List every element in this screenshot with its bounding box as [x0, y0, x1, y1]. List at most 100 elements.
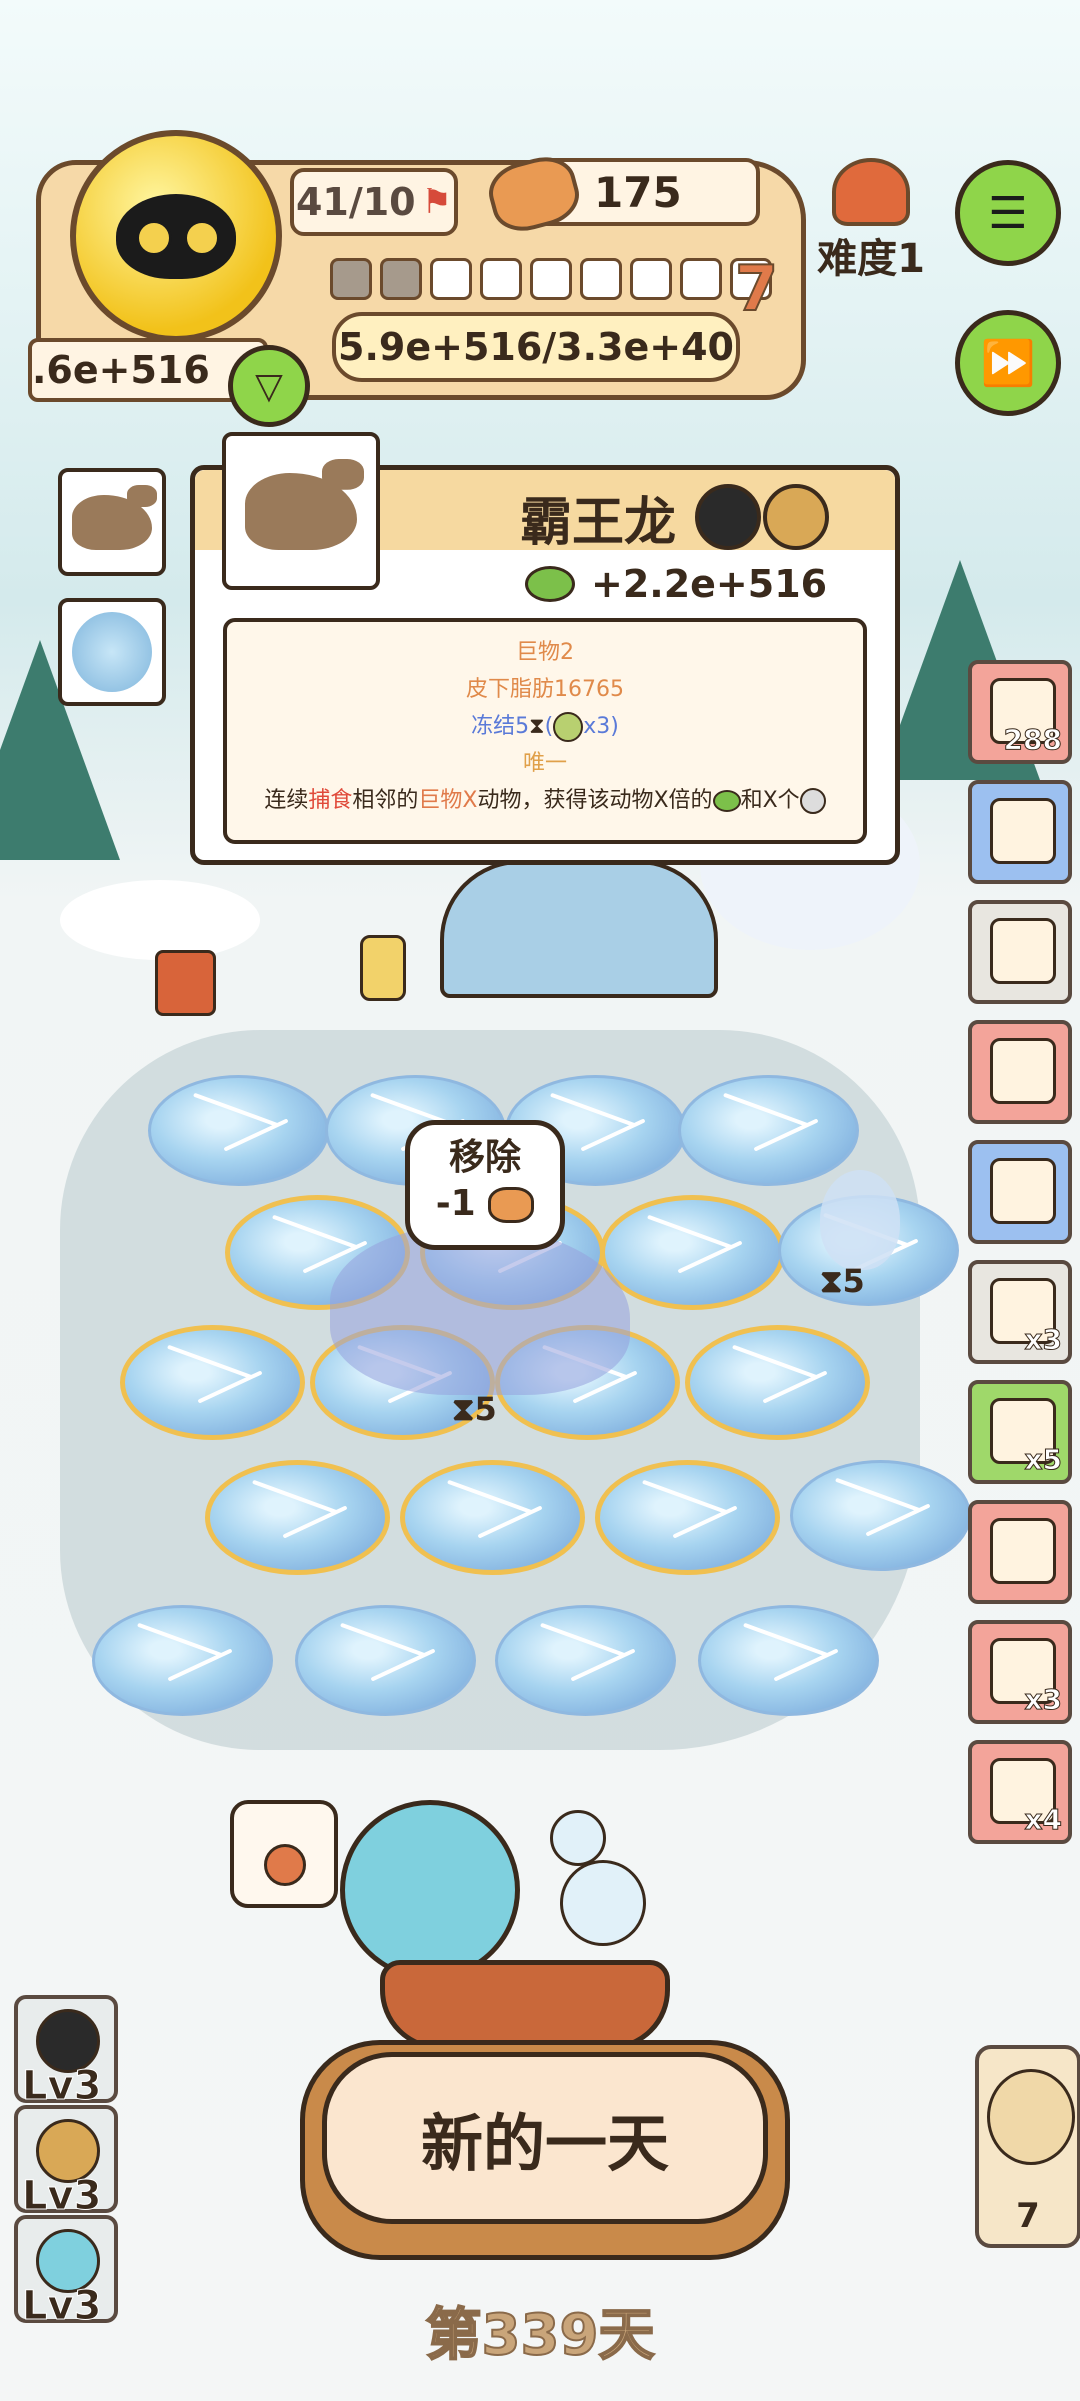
ice-thumbnail[interactable]	[58, 598, 166, 706]
desc-part: 相邻的	[352, 788, 419, 813]
player-avatar[interactable]	[70, 130, 282, 342]
stage-progress-bar	[330, 258, 772, 300]
skill-slot-bubble[interactable]: Lv3	[14, 2215, 118, 2330]
down-arrow-icon: ▽	[255, 365, 283, 407]
ice-tile[interactable]	[295, 1605, 476, 1716]
difficulty-flower-icon	[832, 158, 910, 226]
menu-button[interactable]: ☰	[955, 160, 1061, 266]
ice-icon	[72, 612, 152, 692]
ice-tile[interactable]	[685, 1325, 870, 1440]
black-cat-icon	[116, 194, 236, 279]
desc-keyword-giant: 巨物X	[418, 788, 478, 813]
new-day-button[interactable]: 新的一天	[322, 2052, 768, 2224]
snow-mound	[60, 880, 260, 960]
item-count: 288	[1003, 723, 1062, 757]
bathtub	[380, 1960, 670, 2050]
score-display: 5.9e+516/3.3e+40	[332, 312, 740, 382]
skill-slot-skull[interactable]: Lv3	[14, 2105, 118, 2220]
cat-eye	[136, 220, 172, 256]
item-icon	[990, 1038, 1056, 1104]
ice-tile[interactable]	[698, 1605, 879, 1716]
hourglass-icon: ⧗	[452, 1390, 475, 1428]
soap-bubble	[560, 1860, 646, 1946]
gear-badge-icon	[553, 712, 584, 742]
paren: (	[544, 714, 554, 739]
remove-label: 移除	[448, 1137, 521, 1178]
remove-cost: -1	[410, 1181, 560, 1227]
progress-cell	[530, 258, 572, 300]
ice-tile[interactable]	[600, 1195, 785, 1310]
snake-coin-icon	[712, 790, 741, 812]
animal-portrait	[222, 432, 380, 590]
level-progress: 41/10 ⚑	[290, 168, 458, 236]
remove-cost-value: -1	[435, 1183, 476, 1224]
ice-tile[interactable]	[495, 1605, 676, 1716]
remove-tooltip[interactable]: 移除 -1	[405, 1120, 565, 1250]
soap-bubble	[550, 1810, 606, 1866]
dinosaur-thumbnail[interactable]	[58, 468, 166, 576]
skill-slot-ghost[interactable]: Lv3	[14, 1995, 118, 2110]
ice-tile[interactable]	[400, 1460, 585, 1575]
ice-tile[interactable]	[92, 1605, 273, 1716]
stage-number: 7	[734, 251, 779, 326]
ice-tile[interactable]	[148, 1075, 329, 1186]
ice-tile[interactable]	[120, 1325, 305, 1440]
item-slot[interactable]: 288	[968, 660, 1072, 764]
day-counter: 第339天	[425, 2302, 656, 2369]
desc-keyword-prey: 捕食	[308, 788, 353, 813]
penguin-ghost[interactable]	[820, 1170, 900, 1270]
freeze-timer-value: 5	[842, 1262, 865, 1300]
owl-card[interactable]: 7	[975, 2045, 1080, 2248]
item-slot[interactable]: x3	[968, 1620, 1072, 1724]
ability-description: 连续捕食相邻的巨物X动物，获得该动物X倍的 和X个	[227, 782, 863, 819]
difficulty-label: 难度1	[817, 236, 925, 282]
skull-badge-icon	[763, 484, 829, 550]
collapse-button[interactable]: ▽	[228, 345, 310, 427]
skill-level: Lv3	[21, 2173, 102, 2220]
owl-count: 7	[1016, 2196, 1040, 2236]
cat-in-bathtub	[340, 1800, 690, 2050]
freeze-mult: x3)	[583, 714, 619, 739]
item-slot[interactable]: x5	[968, 1380, 1072, 1484]
desc-part: 连续	[264, 788, 309, 813]
progress-cell	[580, 258, 622, 300]
desc-part: 和X个	[740, 788, 800, 813]
ability-list: 巨物2 皮下脂肪16765 冻结5⧗(x3) 唯一 连续捕食相邻的巨物X动物，获…	[223, 618, 867, 844]
item-count: x5	[1024, 1443, 1063, 1477]
ability-blubber: 皮下脂肪16765	[466, 677, 624, 702]
item-slot[interactable]: x3	[968, 1260, 1072, 1364]
owl-icon	[987, 2069, 1075, 2165]
gain-value: +2.2e+516	[591, 562, 828, 606]
item-slot[interactable]: x4	[968, 1740, 1072, 1844]
ice-tile[interactable]	[678, 1075, 859, 1186]
igloo	[440, 860, 718, 998]
lantern	[360, 935, 406, 1001]
ability-unique: 唯一	[522, 751, 567, 776]
progress-cell	[680, 258, 722, 300]
progress-cell	[630, 258, 672, 300]
ice-tile[interactable]	[595, 1460, 780, 1575]
ice-tile[interactable]	[205, 1460, 390, 1575]
gain-row: +2.2e+516	[525, 562, 827, 606]
cat-eye	[184, 220, 220, 256]
bucket	[155, 950, 216, 1016]
cat-food-can-icon	[488, 1187, 535, 1223]
ability-giant: 巨物2	[516, 640, 574, 665]
progress-cell	[330, 258, 372, 300]
hourglass-icon: ⧗	[820, 1262, 843, 1300]
ice-tile[interactable]	[790, 1460, 971, 1571]
item-slot[interactable]	[968, 780, 1072, 884]
item-slot[interactable]	[968, 900, 1072, 1004]
animal-name: 霸王龙	[520, 493, 677, 553]
progress-cell	[480, 258, 522, 300]
item-slot[interactable]	[968, 1020, 1072, 1124]
menu-icon: ☰	[988, 187, 1028, 239]
can-coin-icon	[799, 788, 826, 814]
progress-cell	[430, 258, 472, 300]
item-slot[interactable]	[968, 1500, 1072, 1604]
item-icon	[990, 798, 1056, 864]
fast-forward-button[interactable]: ⏩	[955, 310, 1061, 416]
certificate-button[interactable]	[230, 1800, 338, 1908]
difficulty-indicator[interactable]: 难度1	[812, 158, 930, 284]
item-slot[interactable]	[968, 1140, 1072, 1244]
